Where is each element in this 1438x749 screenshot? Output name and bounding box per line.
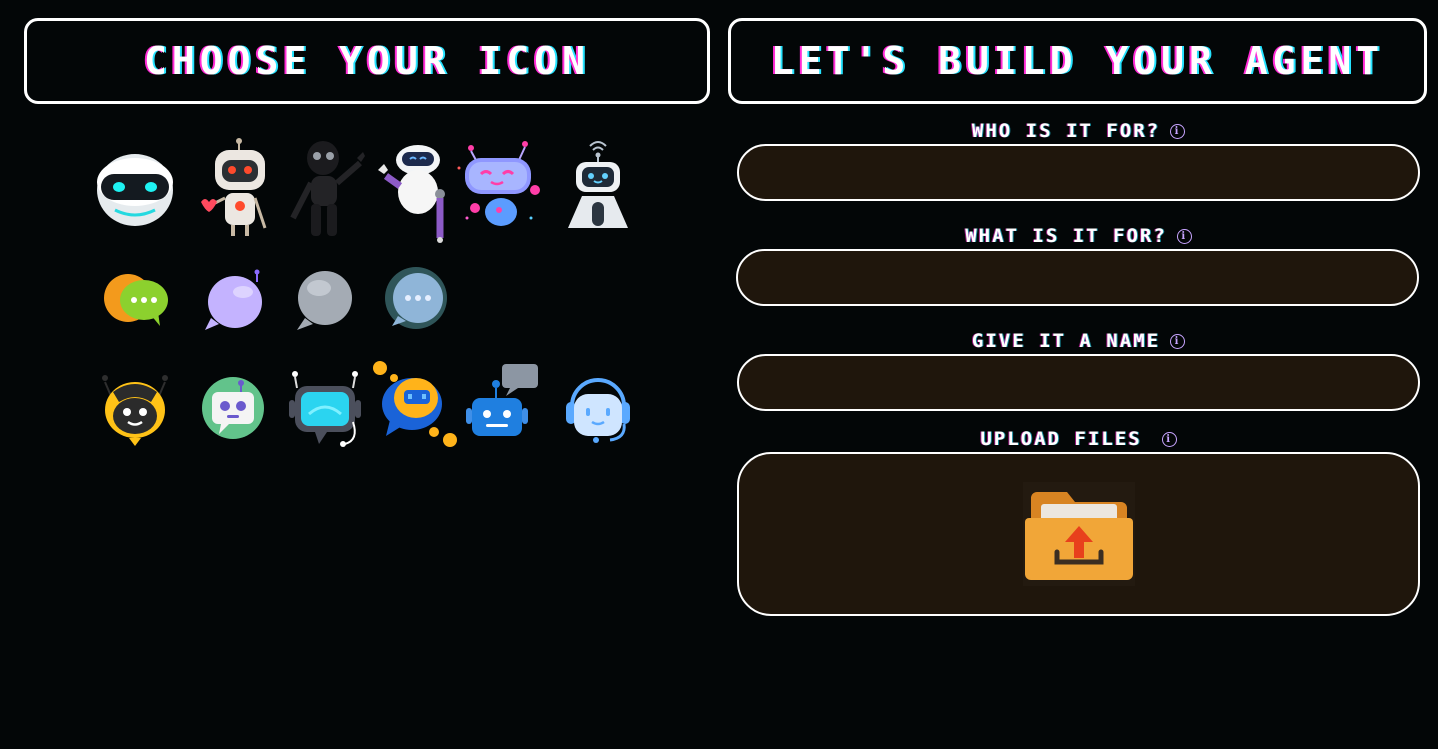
white-antenna-robot-icon[interactable] [558,140,638,240]
speech-bubble-bot-icon[interactable] [372,358,457,458]
blue-chat-bubble-icon[interactable] [376,252,456,352]
round-robot-head-icon[interactable] [95,140,175,240]
upload-info-icon[interactable]: i [1161,431,1177,447]
purple-chat-bubble-icon[interactable] [195,252,275,352]
build-agent-header: LET'S BUILD YOUR AGENT [728,18,1427,104]
name-label: GIVE IT A NAME i [737,328,1420,354]
build-agent-title: LET'S BUILD YOUR AGENT [770,39,1385,83]
name-input[interactable] [737,354,1420,411]
what-label: WHAT IS IT FOR? i [737,223,1420,249]
what-input[interactable] [736,249,1419,306]
who-label: WHO IS IT FOR? i [737,118,1420,144]
pink-flying-robot-icon[interactable] [455,138,540,238]
headset-bot-icon[interactable] [558,362,638,462]
upload-dropzone[interactable] [737,452,1420,616]
who-input[interactable] [737,144,1420,201]
name-info-icon[interactable]: i [1170,333,1186,349]
who-info-icon[interactable]: i [1170,123,1186,139]
white-robot-holding-icon[interactable] [372,142,452,243]
black-robot-waving-icon[interactable] [285,138,365,238]
green-bot-badge-icon[interactable] [195,362,275,462]
upload-label: UPLOAD FILES i [737,426,1420,452]
choose-icon-title: CHOOSE YOUR ICON [143,39,591,83]
gray-chat-bubble-icon[interactable] [285,252,365,352]
monitor-robot-icon[interactable] [285,362,365,462]
what-info-icon[interactable]: i [1176,228,1192,244]
red-eyed-robot-icon[interactable] [195,138,275,238]
chat-bubbles-icon[interactable] [100,252,180,352]
blue-robot-message-icon[interactable] [462,358,542,458]
folder-upload-icon [1022,482,1135,586]
yellow-bee-bot-icon[interactable] [95,362,175,462]
choose-icon-header: CHOOSE YOUR ICON [24,18,710,104]
